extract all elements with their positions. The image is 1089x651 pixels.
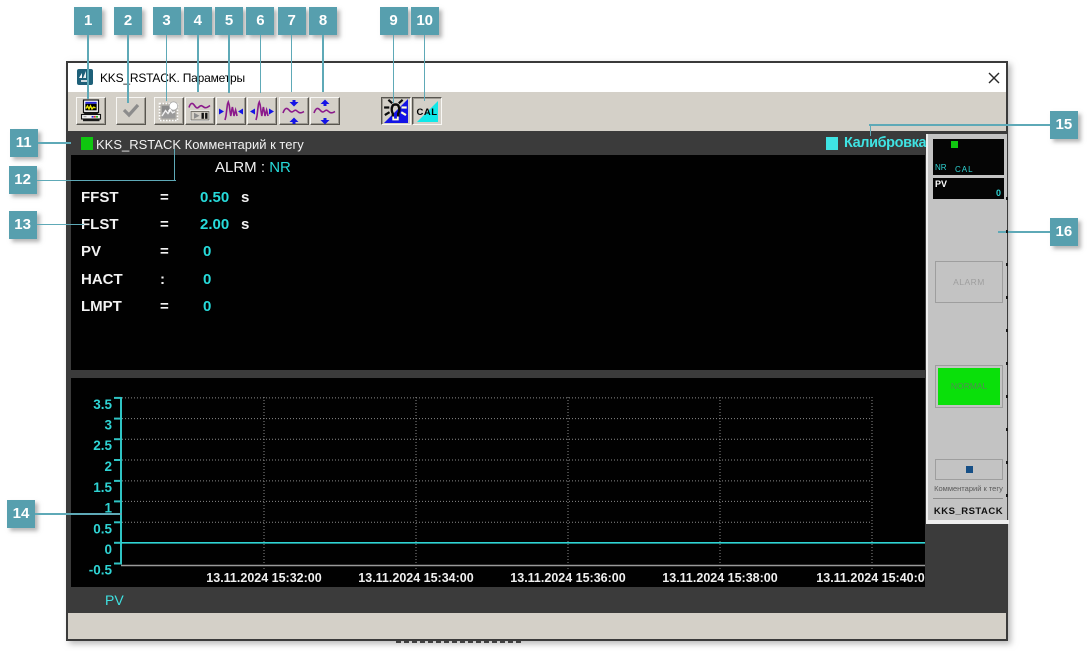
svg-text:3.5: 3.5 xyxy=(93,397,112,412)
svg-text:13.11.2024 15:36:00: 13.11.2024 15:36:00 xyxy=(510,571,625,585)
svg-text:13.11.2024 15:38:00: 13.11.2024 15:38:00 xyxy=(662,571,777,585)
svg-text:2.5: 2.5 xyxy=(93,438,112,453)
svg-text:0: 0 xyxy=(104,542,112,557)
svg-text:1.5: 1.5 xyxy=(93,480,112,495)
svg-text:2: 2 xyxy=(104,459,112,474)
svg-text:-0.5: -0.5 xyxy=(89,563,113,578)
svg-text:13.11.2024 15:40:00: 13.11.2024 15:40:00 xyxy=(816,571,925,585)
svg-text:3: 3 xyxy=(104,418,112,433)
svg-text:0.5: 0.5 xyxy=(93,521,112,536)
svg-text:13.11.2024 15:32:00: 13.11.2024 15:32:00 xyxy=(206,571,321,585)
svg-text:13.11.2024 15:34:00: 13.11.2024 15:34:00 xyxy=(358,571,473,585)
svg-text:CAL: CAL xyxy=(416,107,437,118)
